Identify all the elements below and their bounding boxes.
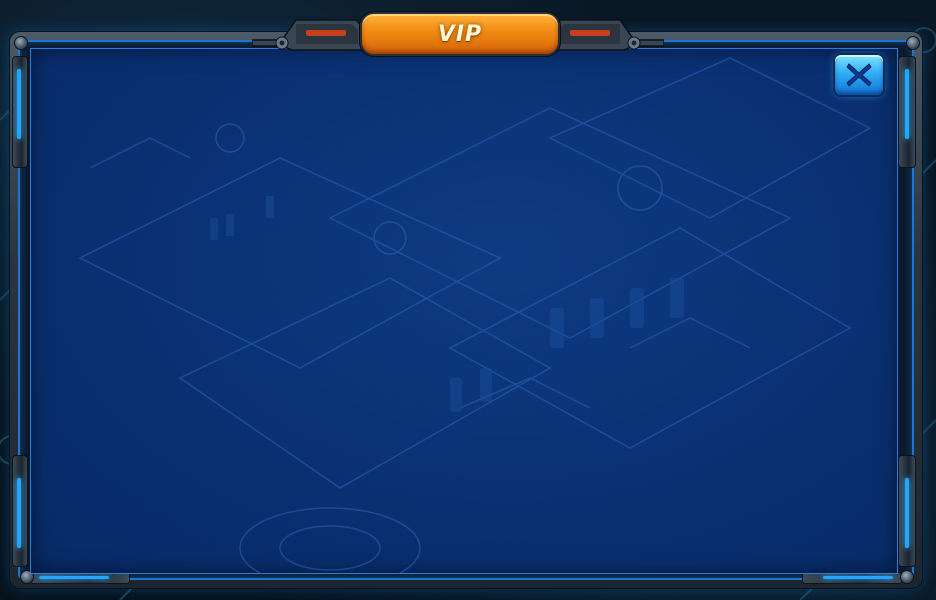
corner-bolt (900, 570, 914, 584)
dialog-title: VIP (437, 21, 483, 47)
right-rail-top (898, 56, 916, 168)
background-map-texture (78, 57, 872, 574)
dialog-title-plate: VIP (362, 14, 558, 54)
dialog-content-panel (30, 48, 898, 574)
game-screen: VIP (0, 0, 936, 600)
left-rail-bottom (12, 455, 28, 567)
corner-bolt (906, 36, 920, 50)
header-bracket-right (552, 19, 664, 51)
header-bracket-left (252, 19, 364, 51)
close-button[interactable] (835, 55, 883, 95)
corner-bolt (14, 36, 28, 50)
left-rail-top (12, 56, 28, 168)
close-x-icon (846, 63, 872, 87)
right-rail-bottom (898, 455, 916, 567)
